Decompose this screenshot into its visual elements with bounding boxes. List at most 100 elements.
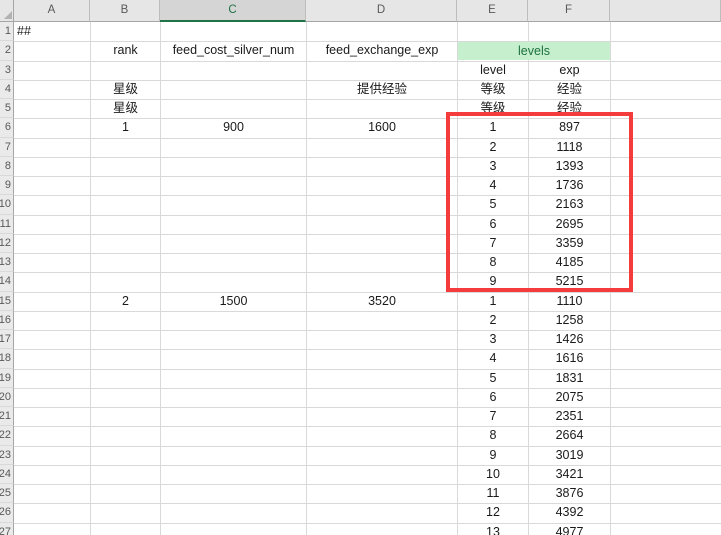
row-header-14[interactable]: 14	[0, 272, 14, 291]
column-header-D[interactable]: D	[306, 0, 457, 22]
row-header-23[interactable]: 23	[0, 446, 14, 465]
cell-C15[interactable]: 1500	[161, 292, 306, 310]
cell-E25[interactable]: 11	[458, 484, 528, 502]
row-header-5[interactable]: 5	[0, 99, 14, 118]
cell-E19[interactable]: 5	[458, 369, 528, 387]
row-header-11[interactable]: 11	[0, 215, 14, 234]
cell-F23[interactable]: 3019	[529, 446, 610, 464]
cell-F26[interactable]: 4392	[529, 503, 610, 521]
cell-C6[interactable]: 900	[161, 118, 306, 136]
cell-E8[interactable]: 3	[458, 157, 528, 175]
cell-E15[interactable]: 1	[458, 292, 528, 310]
row-header-25[interactable]: 25	[0, 484, 14, 503]
cell-D15[interactable]: 3520	[307, 292, 457, 310]
row-header-26[interactable]: 26	[0, 503, 14, 522]
cell-F11[interactable]: 2695	[529, 215, 610, 233]
cell-D4[interactable]: 提供经验	[307, 80, 457, 98]
cell-E17[interactable]: 3	[458, 330, 528, 348]
cell-E12[interactable]: 7	[458, 234, 528, 252]
cell-F8[interactable]: 1393	[529, 157, 610, 175]
cell-E3[interactable]: level	[458, 61, 528, 79]
cell-B4[interactable]: 星级	[91, 80, 160, 98]
cell-F10[interactable]: 2163	[529, 195, 610, 213]
cell-A1[interactable]: ##	[15, 22, 90, 40]
cell-F24[interactable]: 3421	[529, 465, 610, 483]
cell-F27[interactable]: 4977	[529, 523, 610, 535]
row-header-6[interactable]: 6	[0, 118, 14, 137]
cell-E13[interactable]: 8	[458, 253, 528, 271]
row-header-21[interactable]: 21	[0, 407, 14, 426]
cell-E14[interactable]: 9	[458, 272, 528, 290]
cell-F19[interactable]: 1831	[529, 369, 610, 387]
cell-B2[interactable]: rank	[91, 41, 160, 59]
cell-F4[interactable]: 经验	[529, 80, 610, 98]
row-header-20[interactable]: 20	[0, 388, 14, 407]
cell-E21[interactable]: 7	[458, 407, 528, 425]
row-header-24[interactable]: 24	[0, 465, 14, 484]
cell-E9[interactable]: 4	[458, 176, 528, 194]
column-header-B[interactable]: B	[90, 0, 160, 22]
row-header-19[interactable]: 19	[0, 369, 14, 388]
cell-F6[interactable]: 897	[529, 118, 610, 136]
cell-F3[interactable]: exp	[529, 61, 610, 79]
cell-E5[interactable]: 等级	[458, 99, 528, 117]
row-header-10[interactable]: 10	[0, 195, 14, 214]
cell-E16[interactable]: 2	[458, 311, 528, 329]
row-header-22[interactable]: 22	[0, 426, 14, 445]
column-header-E[interactable]: E	[457, 0, 528, 22]
column-header-A[interactable]: A	[14, 0, 90, 22]
cell-B6[interactable]: 1	[91, 118, 160, 136]
cell-F13[interactable]: 4185	[529, 253, 610, 271]
cell-F12[interactable]: 3359	[529, 234, 610, 252]
row-header-13[interactable]: 13	[0, 253, 14, 272]
row-header-9[interactable]: 9	[0, 176, 14, 195]
row-header-7[interactable]: 7	[0, 138, 14, 157]
cell-F16[interactable]: 1258	[529, 311, 610, 329]
row-header-15[interactable]: 15	[0, 292, 14, 311]
cell-E22[interactable]: 8	[458, 426, 528, 444]
cell-E6[interactable]: 1	[458, 118, 528, 136]
cell-F14[interactable]: 5215	[529, 272, 610, 290]
column-header-G[interactable]	[610, 0, 721, 22]
row-header-1[interactable]: 1	[0, 22, 14, 41]
cell-F5[interactable]: 经验	[529, 99, 610, 117]
cell-D2[interactable]: feed_exchange_exp	[307, 41, 457, 59]
cell-F20[interactable]: 2075	[529, 388, 610, 406]
cell-C2[interactable]: feed_cost_silver_num	[161, 41, 306, 59]
row-header-8[interactable]: 8	[0, 157, 14, 176]
cell-F7[interactable]: 1118	[529, 138, 610, 156]
cell-F22[interactable]: 2664	[529, 426, 610, 444]
cell-B15[interactable]: 2	[91, 292, 160, 310]
cell-E11[interactable]: 6	[458, 215, 528, 233]
cell-E27[interactable]: 13	[458, 523, 528, 535]
row-header-4[interactable]: 4	[0, 80, 14, 99]
row-header-3[interactable]: 3	[0, 61, 14, 80]
row-header-12[interactable]: 12	[0, 234, 14, 253]
row-header-16[interactable]: 16	[0, 311, 14, 330]
row-header-27[interactable]: 27	[0, 523, 14, 535]
cell-F21[interactable]: 2351	[529, 407, 610, 425]
cell-F17[interactable]: 1426	[529, 330, 610, 348]
cell-E20[interactable]: 6	[458, 388, 528, 406]
cell-F18[interactable]: 1616	[529, 349, 610, 367]
row-header-18[interactable]: 18	[0, 349, 14, 368]
cell-E7[interactable]: 2	[458, 138, 528, 156]
row-header-2[interactable]: 2	[0, 41, 14, 60]
select-all-corner[interactable]	[0, 0, 14, 22]
cell-D6[interactable]: 1600	[307, 118, 457, 136]
row-header-17[interactable]: 17	[0, 330, 14, 349]
cell-F25[interactable]: 3876	[529, 484, 610, 502]
cell-E23[interactable]: 9	[458, 446, 528, 464]
cell-E24[interactable]: 10	[458, 465, 528, 483]
cell-B5[interactable]: 星级	[91, 99, 160, 117]
cell-E4[interactable]: 等级	[458, 80, 528, 98]
cell-E10[interactable]: 5	[458, 195, 528, 213]
cell-E2[interactable]: levels	[458, 42, 610, 60]
cell-E18[interactable]: 4	[458, 349, 528, 367]
column-header-F[interactable]: F	[528, 0, 610, 22]
cell-F9[interactable]: 1736	[529, 176, 610, 194]
spreadsheet[interactable]: ABCDEF1234567891011121314151617181920212…	[0, 0, 721, 535]
cell-E26[interactable]: 12	[458, 503, 528, 521]
column-header-C[interactable]: C	[160, 0, 306, 22]
cell-F15[interactable]: 1110	[529, 292, 610, 310]
